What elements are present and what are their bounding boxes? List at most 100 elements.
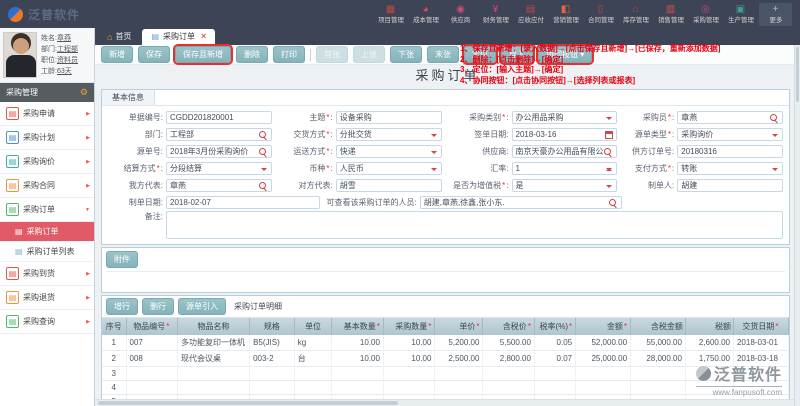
dropdown-icon[interactable]	[606, 117, 612, 123]
table-cell[interactable]	[294, 381, 332, 395]
table-cell[interactable]	[383, 367, 434, 381]
settlement-method-field[interactable]: 分段结算	[166, 162, 272, 175]
table-cell[interactable]: 007	[126, 335, 177, 351]
table-cell[interactable]: 3	[102, 367, 126, 381]
supplier-order-no-field[interactable]: 20180316	[677, 145, 783, 158]
top-menu-item-inventory[interactable]: ⌂库存管理	[619, 3, 652, 26]
table-cell[interactable]: 10.00	[383, 335, 434, 351]
table-cell[interactable]: 2,500.00	[435, 351, 483, 367]
table-cell[interactable]	[631, 367, 686, 381]
search-icon[interactable]	[604, 148, 612, 156]
tab-home[interactable]: ⌂ 首页	[99, 29, 139, 45]
top-menu-item-cost[interactable]: ◕成本管理	[409, 3, 442, 26]
top-menu-item-more[interactable]: +更多	[759, 3, 792, 26]
department-field[interactable]: 工程部	[166, 128, 272, 141]
table-cell[interactable]	[383, 381, 434, 395]
horizontal-scrollbar-thumb[interactable]	[98, 401, 398, 405]
import-source-button[interactable]: 源单引入	[178, 298, 226, 315]
table-cell[interactable]: 28,000.00	[631, 351, 686, 367]
sidebar-subitem-purchase-order-list[interactable]: ▤采购订单列表	[0, 242, 94, 262]
create-date-field[interactable]: 2018-02-07	[166, 196, 320, 209]
viewers-field[interactable]: 胡建,章燕,徐鑫,张小东.	[420, 196, 622, 209]
delivery-method-field[interactable]: 分批交货	[336, 128, 442, 141]
table-cell[interactable]: 10.00	[332, 351, 383, 367]
top-menu-item-sales[interactable]: ▥销售管理	[654, 3, 687, 26]
sidebar-item-purchase-inquiry[interactable]: ▤采购询价▶	[0, 150, 94, 174]
table-cell[interactable]	[126, 367, 177, 381]
vertical-scrollbar[interactable]	[794, 45, 800, 406]
table-cell[interactable]	[126, 381, 177, 395]
table-cell[interactable]: 2018-03-01	[733, 335, 788, 351]
sign-date-field[interactable]: 2018-03-16	[512, 128, 618, 141]
table-cell[interactable]	[178, 381, 250, 395]
table-cell[interactable]: 现代会议桌	[178, 351, 250, 367]
first-button[interactable]: 首张	[316, 46, 348, 63]
source-type-field[interactable]: 采购询价	[677, 128, 783, 141]
table-cell[interactable]	[576, 381, 631, 395]
dropdown-icon[interactable]	[261, 168, 267, 174]
our-representative-field[interactable]: 章燕	[166, 179, 272, 192]
user-info-value[interactable]: 63天	[57, 68, 72, 75]
purchase-category-field[interactable]: 办公用品采购	[512, 111, 618, 124]
creator-field[interactable]: 胡建	[677, 179, 783, 192]
table-cell[interactable]	[483, 381, 534, 395]
sidebar-subitem-purchase-order-form[interactable]: ▤采购订单	[0, 222, 94, 242]
remarks-field[interactable]	[166, 211, 783, 239]
table-cell[interactable]: 5,200.00	[435, 335, 483, 351]
their-representative-field[interactable]: 胡雪	[336, 179, 442, 192]
sidebar-item-purchase-return[interactable]: ▤采购退货▶	[0, 286, 94, 310]
currency-field[interactable]: 人民币	[336, 162, 442, 175]
table-cell[interactable]	[332, 381, 383, 395]
horizontal-scrollbar[interactable]	[95, 399, 794, 406]
new-button[interactable]: 新增	[101, 46, 133, 63]
table-cell[interactable]: 10.00	[332, 335, 383, 351]
sidebar-item-purchase-arrival[interactable]: ▤采购到货▶	[0, 262, 94, 286]
table-cell[interactable]	[178, 367, 250, 381]
add-row-button[interactable]: 增行	[106, 298, 138, 315]
table-cell[interactable]: 2	[102, 351, 126, 367]
search-icon[interactable]	[259, 182, 267, 190]
table-cell[interactable]	[483, 367, 534, 381]
table-cell[interactable]	[250, 381, 295, 395]
gear-icon[interactable]: ⚙	[80, 87, 88, 98]
table-cell[interactable]	[435, 367, 483, 381]
table-cell[interactable]: 25,000.00	[576, 351, 631, 367]
table-cell[interactable]	[250, 367, 295, 381]
table-cell[interactable]: 10.00	[383, 351, 434, 367]
search-icon[interactable]	[259, 131, 267, 139]
table-cell[interactable]: 0.05	[534, 335, 575, 351]
sidebar-item-purchase-contract[interactable]: ▤采购合同▶	[0, 174, 94, 198]
top-menu-item-marketing[interactable]: ◧营销管理	[549, 3, 582, 26]
table-cell[interactable]: B5(JIS)	[250, 335, 295, 351]
close-icon[interactable]: ×	[201, 33, 206, 40]
dropdown-icon[interactable]	[772, 134, 778, 140]
sidebar-item-purchase-order[interactable]: ▤采购订单▼	[0, 198, 94, 222]
table-cell[interactable]	[534, 367, 575, 381]
top-menu-item-finance[interactable]: ¥财务管理	[479, 3, 512, 26]
table-cell[interactable]: 台	[294, 351, 332, 367]
save-and-new-button[interactable]: 保存且新增	[175, 46, 231, 63]
tab-purchase-order[interactable]: ▤ 采购订单 ×	[142, 29, 215, 45]
is-vat-field[interactable]: 是	[512, 179, 618, 192]
next-button[interactable]: 下张	[390, 46, 422, 63]
table-cell[interactable]: 52,000.00	[576, 335, 631, 351]
top-menu-item-supplier[interactable]: ◉供应商	[444, 3, 477, 26]
dropdown-icon[interactable]	[772, 168, 778, 174]
sidebar-item-purchase-query[interactable]: ▤采购查询▶	[0, 310, 94, 334]
search-icon[interactable]	[770, 114, 778, 122]
table-cell[interactable]	[576, 367, 631, 381]
source-no-field[interactable]: 2018年3月份采购询价	[166, 145, 272, 158]
table-cell[interactable]: 2,800.00	[483, 351, 534, 367]
table-cell[interactable]	[435, 381, 483, 395]
dropdown-icon[interactable]	[606, 185, 612, 191]
table-cell[interactable]: 2,600.00	[685, 335, 733, 351]
table-cell[interactable]: 1	[102, 335, 126, 351]
table-cell[interactable]: 多功能复印一体机	[178, 335, 250, 351]
sidebar-item-purchase-request[interactable]: ▤采购申请▶	[0, 102, 94, 126]
delete-row-button[interactable]: 删行	[142, 298, 174, 315]
search-icon[interactable]	[609, 199, 617, 207]
top-menu-item-projects[interactable]: ▦项目管理	[374, 3, 407, 26]
table-cell[interactable]: 008	[126, 351, 177, 367]
payment-method-field[interactable]: 转账	[677, 162, 783, 175]
top-menu-item-purchasing[interactable]: ◎采购管理	[689, 3, 722, 26]
